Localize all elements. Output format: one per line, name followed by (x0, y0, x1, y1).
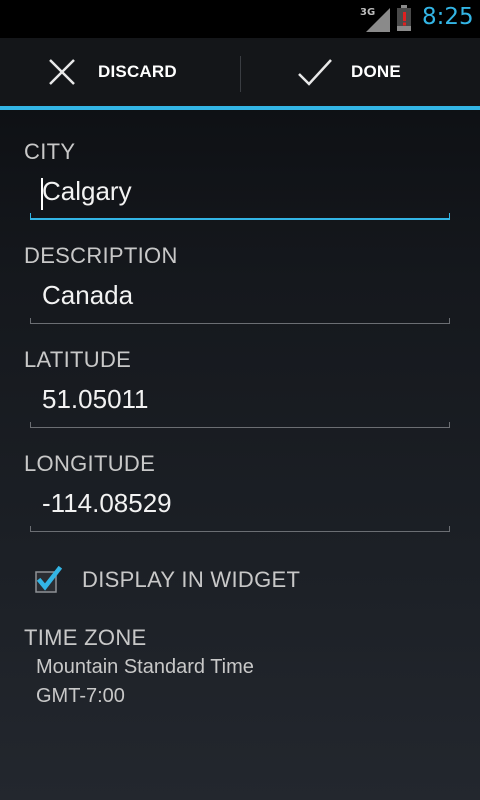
longitude-value: -114.08529 (42, 488, 172, 518)
city-value: Calgary (42, 176, 132, 206)
latitude-field[interactable]: 51.05011 (30, 382, 450, 428)
checkbox-checked-icon (35, 566, 62, 593)
close-icon (49, 59, 75, 85)
battery-icon (397, 5, 411, 31)
screen: 3G 8:25 DISCARD DONE CITY Calgary DESCRI… (0, 0, 480, 800)
description-label: DESCRIPTION (24, 243, 178, 268)
description-field[interactable]: Canada (30, 278, 450, 324)
time-zone-label: TIME ZONE (24, 625, 147, 650)
time-zone-name[interactable]: Mountain Standard Time (36, 656, 254, 679)
latitude-label: LATITUDE (24, 347, 132, 372)
discard-label: DISCARD (98, 62, 177, 81)
clock: 8:25 (422, 4, 474, 30)
done-label: DONE (351, 62, 401, 81)
longitude-field[interactable]: -114.08529 (30, 486, 450, 532)
latitude-value: 51.05011 (42, 384, 149, 414)
signal-icon (366, 8, 390, 32)
description-value: Canada (42, 280, 134, 310)
check-icon (298, 59, 332, 86)
longitude-label: LONGITUDE (24, 451, 156, 476)
time-zone-offset: GMT-7:00 (36, 685, 125, 707)
display-in-widget-checkbox[interactable]: DISPLAY IN WIDGET (34, 560, 300, 600)
city-label: CITY (24, 139, 76, 164)
done-button[interactable]: DONE (241, 38, 480, 106)
action-bar-underline (0, 106, 480, 110)
discard-button[interactable]: DISCARD (0, 38, 240, 106)
city-field[interactable]: Calgary (30, 174, 450, 220)
status-bar: 3G 8:25 (0, 0, 480, 38)
display-in-widget-label: DISPLAY IN WIDGET (82, 567, 301, 592)
